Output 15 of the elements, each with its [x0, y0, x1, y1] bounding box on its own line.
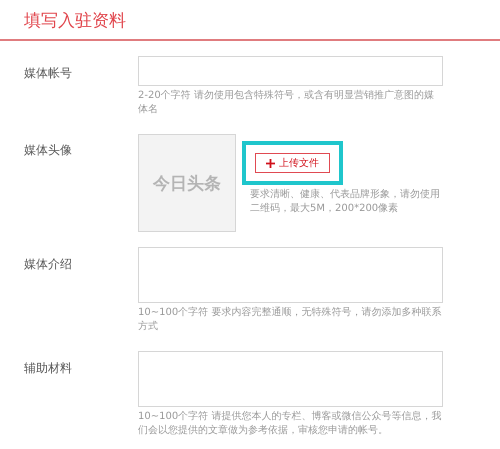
field-label: 媒体帐号	[23, 65, 73, 82]
field-label: 媒体头像	[23, 142, 73, 159]
hint-text: 要求清晰、健康、代表品牌形象，请勿使用二维码，最大5M，200*200像素	[249, 188, 441, 216]
text-area[interactable]	[138, 247, 443, 303]
input-field[interactable]	[138, 56, 443, 86]
text-area[interactable]	[138, 351, 443, 407]
field-label: 媒体介绍	[23, 256, 73, 273]
hint-text: 10~100个字符 要求内容完整通顺，无特殊符号，请勿添加多种联系方式	[138, 306, 442, 334]
upload-button[interactable]: 上传文件	[255, 153, 330, 173]
page-title: 填写入驻资料	[24, 10, 127, 33]
plus-icon	[266, 158, 275, 168]
hint-text: 2-20个字符 请勿使用包含特殊符号，或含有明显营销推广意图的媒体名	[138, 89, 435, 117]
logo-text: 今日头条	[153, 172, 221, 194]
hint-text: 10~100个字符 请提供您本人的专栏、博客或微信公众号等信息，我们会以您提供的文章做为参考依据，审核您申请的帐号。	[138, 410, 442, 438]
field-label: 辅助材料	[23, 360, 73, 377]
